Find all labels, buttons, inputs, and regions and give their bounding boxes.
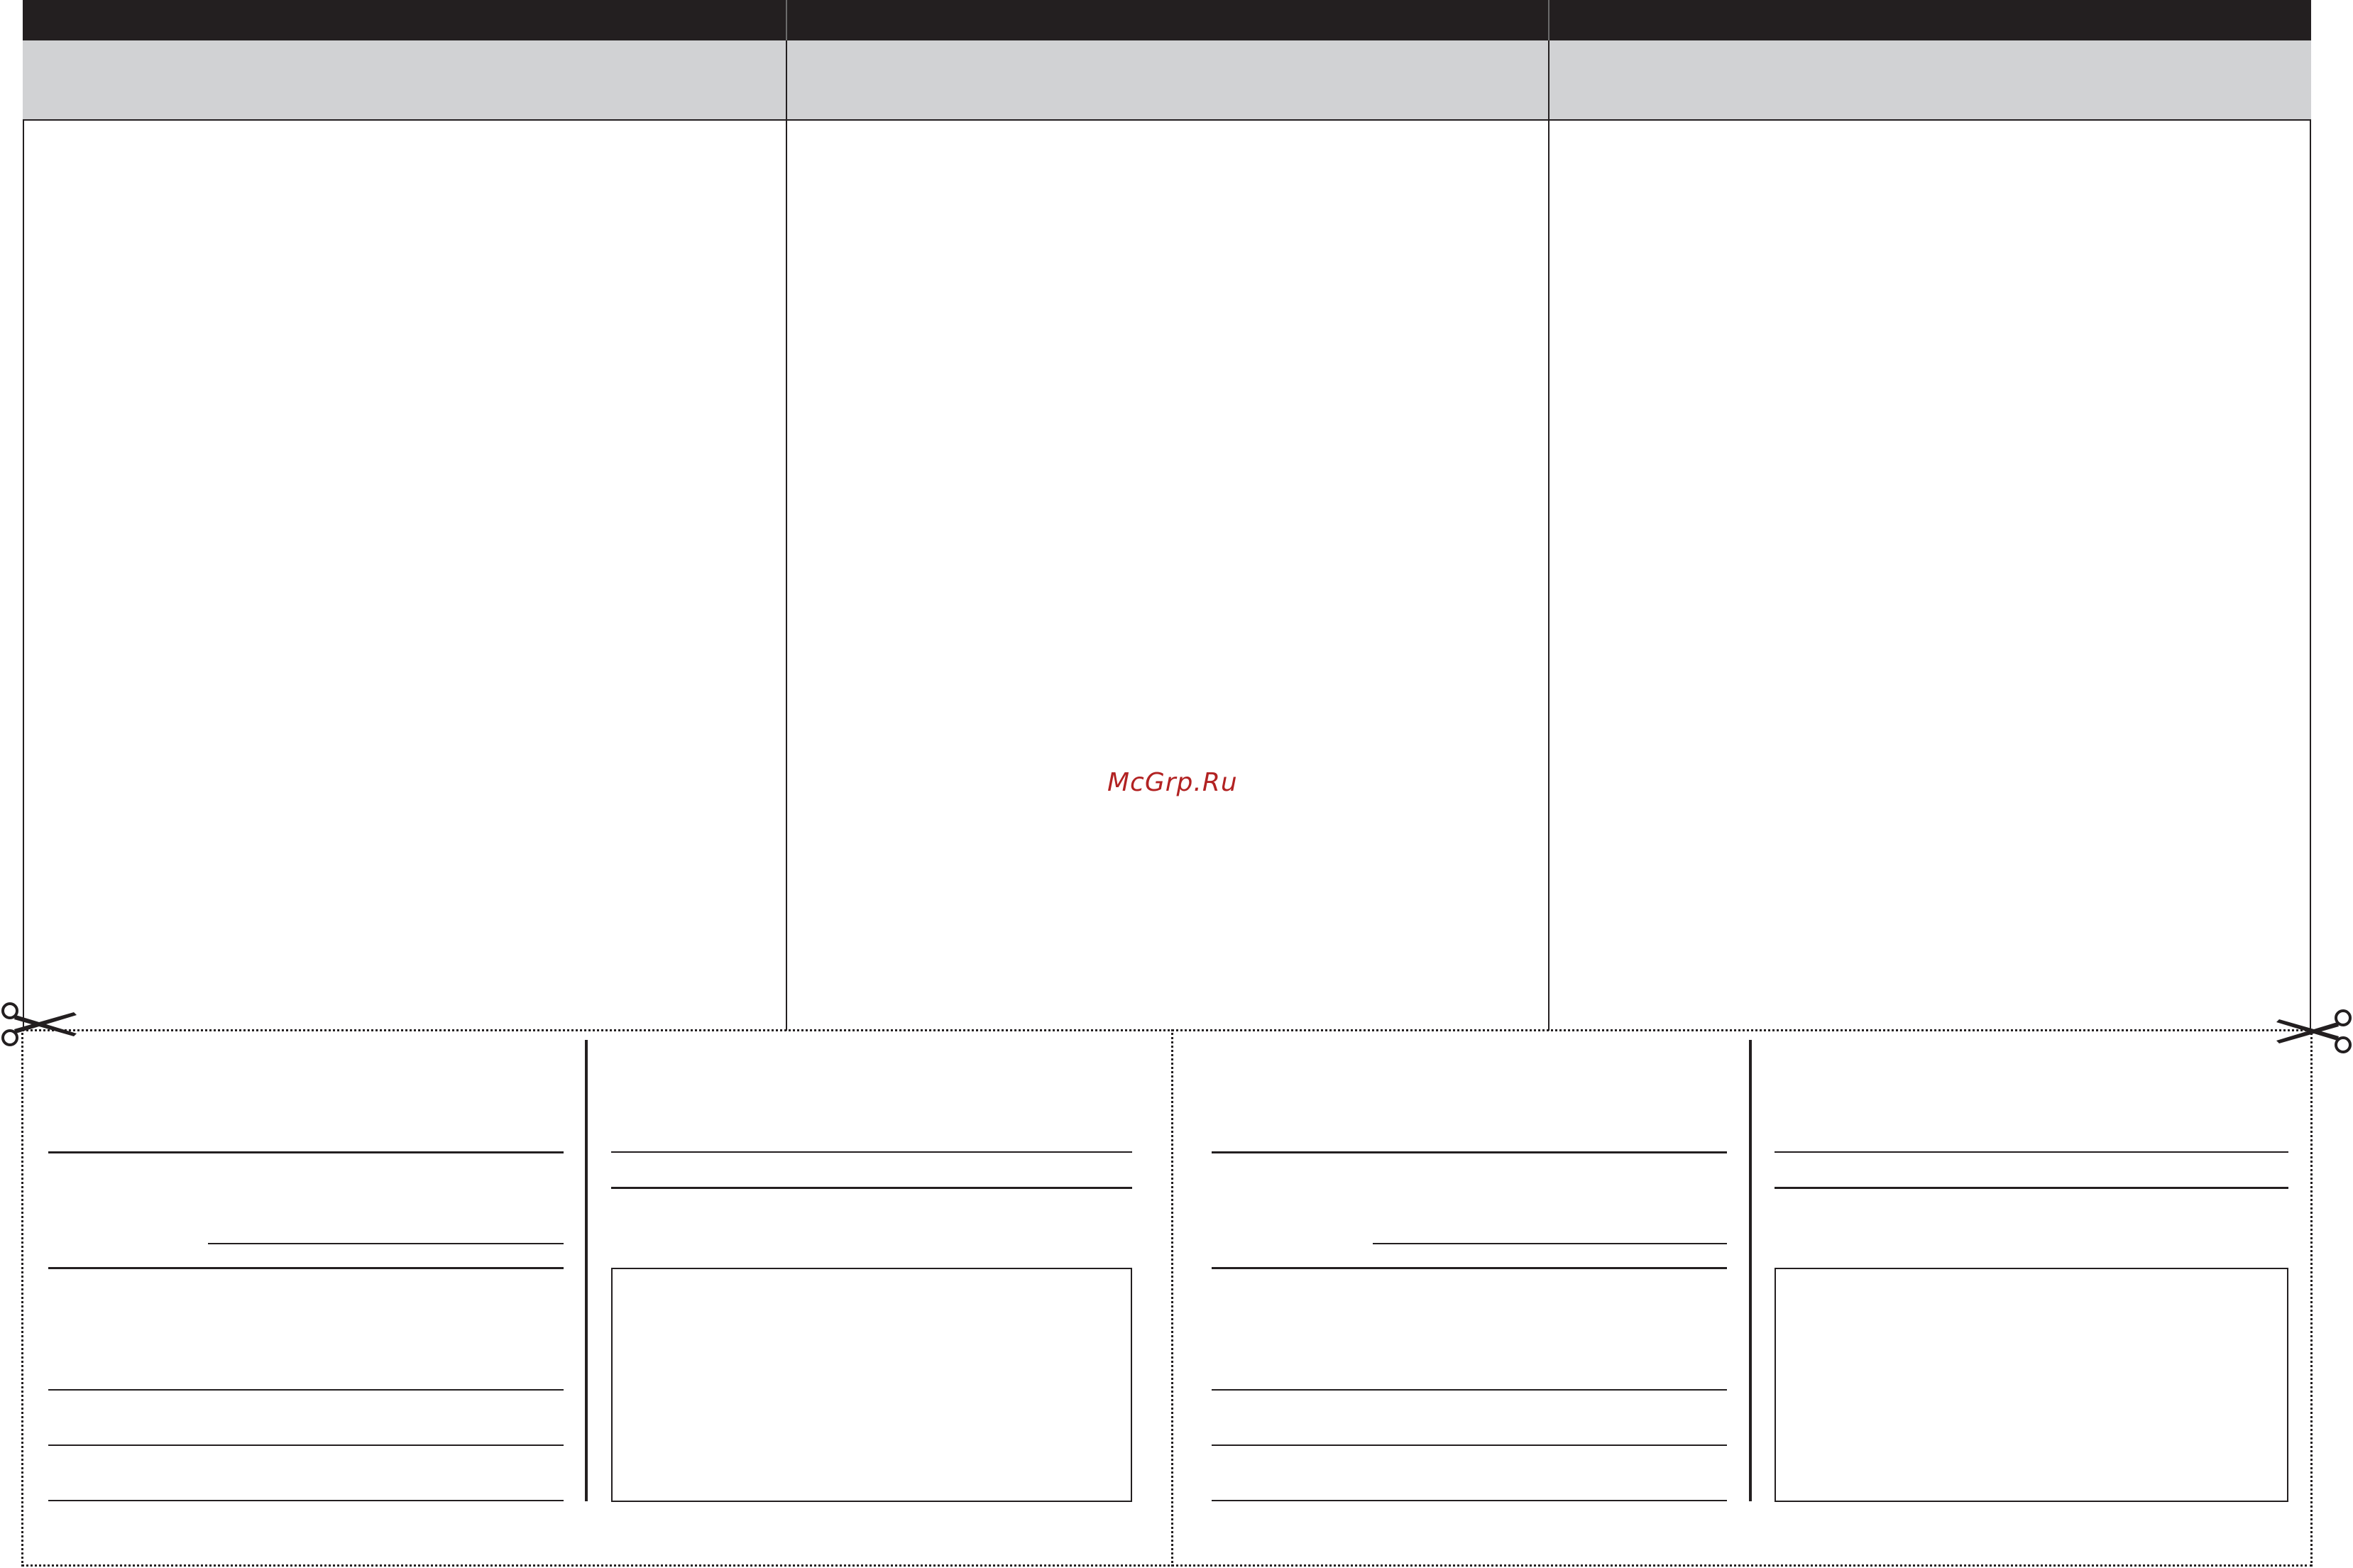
form-line xyxy=(48,1389,564,1391)
header-divider-1 xyxy=(786,0,787,40)
form-line xyxy=(1373,1243,1727,1244)
table-header-bar xyxy=(23,0,2311,40)
scissors-icon xyxy=(1,1002,77,1046)
form-line xyxy=(1775,1151,2288,1153)
form-line xyxy=(1212,1151,1727,1153)
form-line xyxy=(611,1187,1132,1189)
watermark-text: McGrp.Ru xyxy=(1107,768,1238,797)
form-line xyxy=(1212,1267,1727,1269)
form-box xyxy=(611,1268,1132,1502)
form-box xyxy=(1775,1268,2288,1502)
form-line xyxy=(1212,1444,1727,1446)
table-subheader xyxy=(23,40,2311,121)
form-line xyxy=(48,1500,564,1501)
form-line xyxy=(611,1151,1132,1153)
form-line xyxy=(1775,1187,2288,1189)
form-line xyxy=(1212,1500,1727,1501)
coupon-divider xyxy=(585,1040,588,1501)
coupon-cut-divider xyxy=(1171,1029,1173,1567)
table-frame xyxy=(23,0,2311,1031)
form-line xyxy=(48,1151,564,1153)
column-divider-1 xyxy=(786,40,787,1031)
form-line xyxy=(1212,1389,1727,1391)
column-divider-2 xyxy=(1548,40,1550,1031)
scissors-icon xyxy=(2276,1009,2352,1053)
form-line xyxy=(48,1267,564,1269)
header-divider-2 xyxy=(1548,0,1550,40)
coupon-divider xyxy=(1749,1040,1752,1501)
form-line xyxy=(48,1444,564,1446)
form-line xyxy=(208,1243,564,1244)
